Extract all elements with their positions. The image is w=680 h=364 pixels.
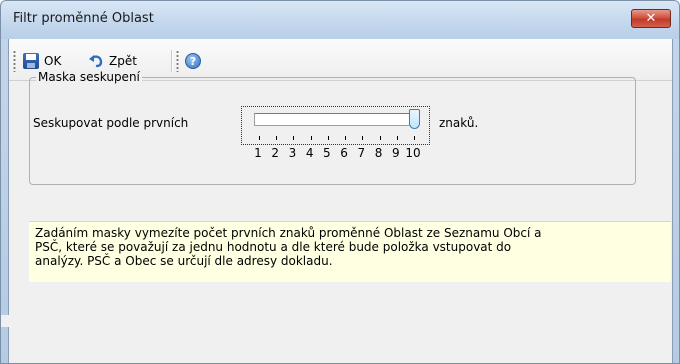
status-bar [1,315,664,327]
close-button[interactable]: ✕ [631,9,671,28]
slider-tick-label: 10 [405,146,421,160]
slider-tick [310,136,312,140]
window-title: Filtr proměnné Oblast [13,11,154,26]
help-icon: ? [185,53,201,69]
slider-tick [293,136,295,140]
close-icon: ✕ [645,11,657,26]
slider-tick-label: 6 [340,146,348,160]
back-button-label: Zpět [109,54,137,68]
slider-tick [259,136,260,140]
characters-suffix-label: znaků. [439,116,479,130]
back-button[interactable]: Zpět [88,52,137,70]
toolbar-grip[interactable] [13,50,16,72]
toolbar-grip-2 [176,50,179,72]
slider-tick-label: 8 [374,146,383,160]
undo-icon [89,55,103,68]
help-button[interactable]: ? [185,52,201,70]
group-by-label: Seskupovat podle prvních [33,116,189,130]
slider-tick-label: 4 [305,146,314,160]
slider-tick-label: 3 [288,146,297,160]
title-bar[interactable]: Filtr proměnné Oblast ✕ [1,1,679,39]
dialog-window: Filtr proměnné Oblast ✕ OK Zpět ? Maska … [0,0,680,364]
ok-button[interactable]: OK [23,52,61,70]
toolbar-separator [171,50,172,72]
slider-thumb[interactable] [409,109,420,129]
slider-tick-label: 5 [323,146,331,160]
slider-tick [396,136,398,140]
character-count-slider[interactable] [241,106,430,145]
slider-tick-label: 9 [391,146,400,160]
slider-tick [345,136,347,140]
slider-tick [379,136,381,140]
slider-tick [414,136,415,140]
slider-track[interactable] [254,113,419,126]
save-icon [23,53,39,69]
slider-tick-label: 2 [271,146,280,160]
slider-tick [362,136,364,140]
info-description: Zadáním masky vymezíte počet prvních zna… [29,221,671,282]
groupbox-legend: Maska seskupení [36,70,142,84]
slider-tick-label: 7 [357,146,366,160]
ok-button-label: OK [44,54,62,68]
slider-tick [327,136,329,140]
slider-tick-label: 1 [254,146,262,160]
slider-tick [276,136,278,140]
